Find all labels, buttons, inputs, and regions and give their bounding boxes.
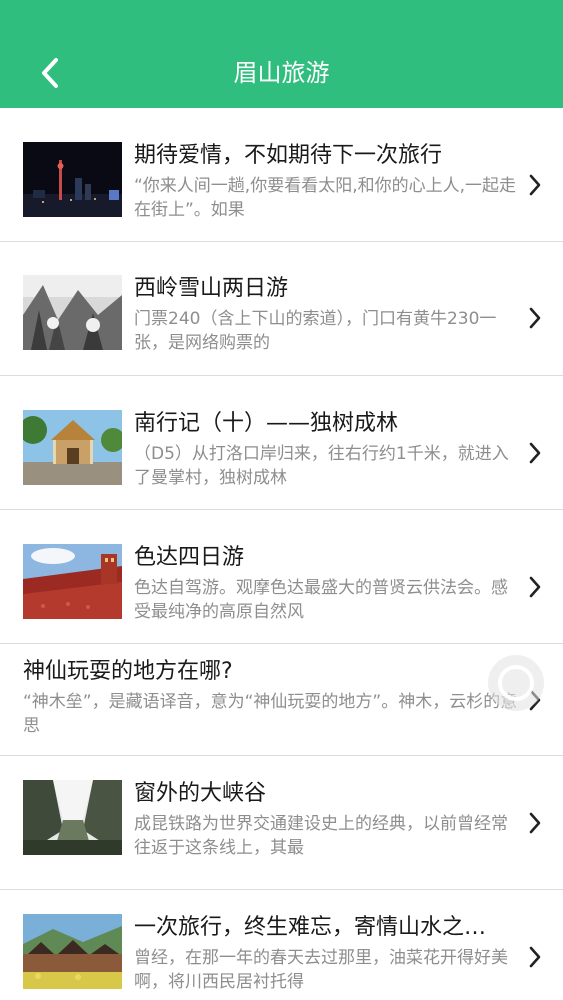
chevron-right-icon [527,173,543,197]
article-summary: “你来人间一趟,你要看看太阳,和你的心上人,一起走在街上”。如果 [134,176,517,220]
article-thumbnail [23,410,122,485]
article-thumbnail [23,544,122,619]
list-item[interactable]: 西岭雪山两日游 门票240（含上下山的索道），门口有黄牛230一张，是网络购票的 [0,242,563,376]
list-item[interactable]: 神仙玩耍的地方在哪? “神木垒”，是藏语译音，意为“神仙玩耍的地方”。神木，云杉… [0,644,563,756]
list-item[interactable]: 南行记（十）——独树成林 （D5）从打洛口岸归来，往右行约1千米，就进入了曼掌村… [0,376,563,510]
article-thumbnail [23,275,122,350]
article-title: 南行记（十）——独树成林 [134,411,399,436]
app-header: 眉山旅游 [0,0,563,108]
article-summary: “神木垒”，是藏语译音，意为“神仙玩耍的地方”。神木，云杉的意思 [23,692,518,736]
article-thumbnail [23,780,122,855]
article-summary: 色达自驾游。观摩色达最盛大的普贤云供法会。感受最纯净的高原自然风 [134,578,508,622]
article-list: 期待爱情，不如期待下一次旅行 “你来人间一趟,你要看看太阳,和你的心上人,一起走… [0,108,563,1000]
article-title: 神仙玩耍的地方在哪? [23,659,233,684]
article-title: 西岭雪山两日游 [134,276,289,301]
chevron-right-icon [527,575,543,599]
chevron-right-icon [527,306,543,330]
list-item[interactable]: 一次旅行，终生难忘，寄情山水之… 曾经，在那一年的春天去过那里，油菜花开得好美啊… [0,890,563,1000]
chevron-right-icon [527,945,543,969]
article-title: 色达四日游 [134,545,245,570]
list-item[interactable]: 期待爱情，不如期待下一次旅行 “你来人间一趟,你要看看太阳,和你的心上人,一起走… [0,108,563,242]
article-title: 窗外的大峡谷 [134,781,267,806]
chevron-right-icon [527,441,543,465]
article-summary: 门票240（含上下山的索道），门口有黄牛230一张，是网络购票的 [134,309,497,353]
article-title: 一次旅行，终生难忘，寄情山水之… [134,915,487,940]
article-summary: （D5）从打洛口岸归来，往右行约1千米，就进入了曼掌村，独树成林 [134,444,509,488]
list-item[interactable]: 色达四日游 色达自驾游。观摩色达最盛大的普贤云供法会。感受最纯净的高原自然风 [0,510,563,644]
circle-icon [498,665,534,701]
article-summary: 成昆铁路为世界交通建设史上的经典，以前曾经常往返于这条线上，其最 [134,814,508,858]
article-thumbnail [23,142,122,217]
list-item[interactable]: 窗外的大峡谷 成昆铁路为世界交通建设史上的经典，以前曾经常往返于这条线上，其最 [0,756,563,890]
page-title: 眉山旅游 [233,59,330,87]
article-thumbnail [23,914,122,989]
article-summary: 曾经，在那一年的春天去过那里，油菜花开得好美啊，将川西民居衬托得 [134,948,508,992]
article-title: 期待爱情，不如期待下一次旅行 [134,143,443,168]
chevron-right-icon [527,811,543,835]
floating-assistive-button[interactable] [488,655,544,711]
